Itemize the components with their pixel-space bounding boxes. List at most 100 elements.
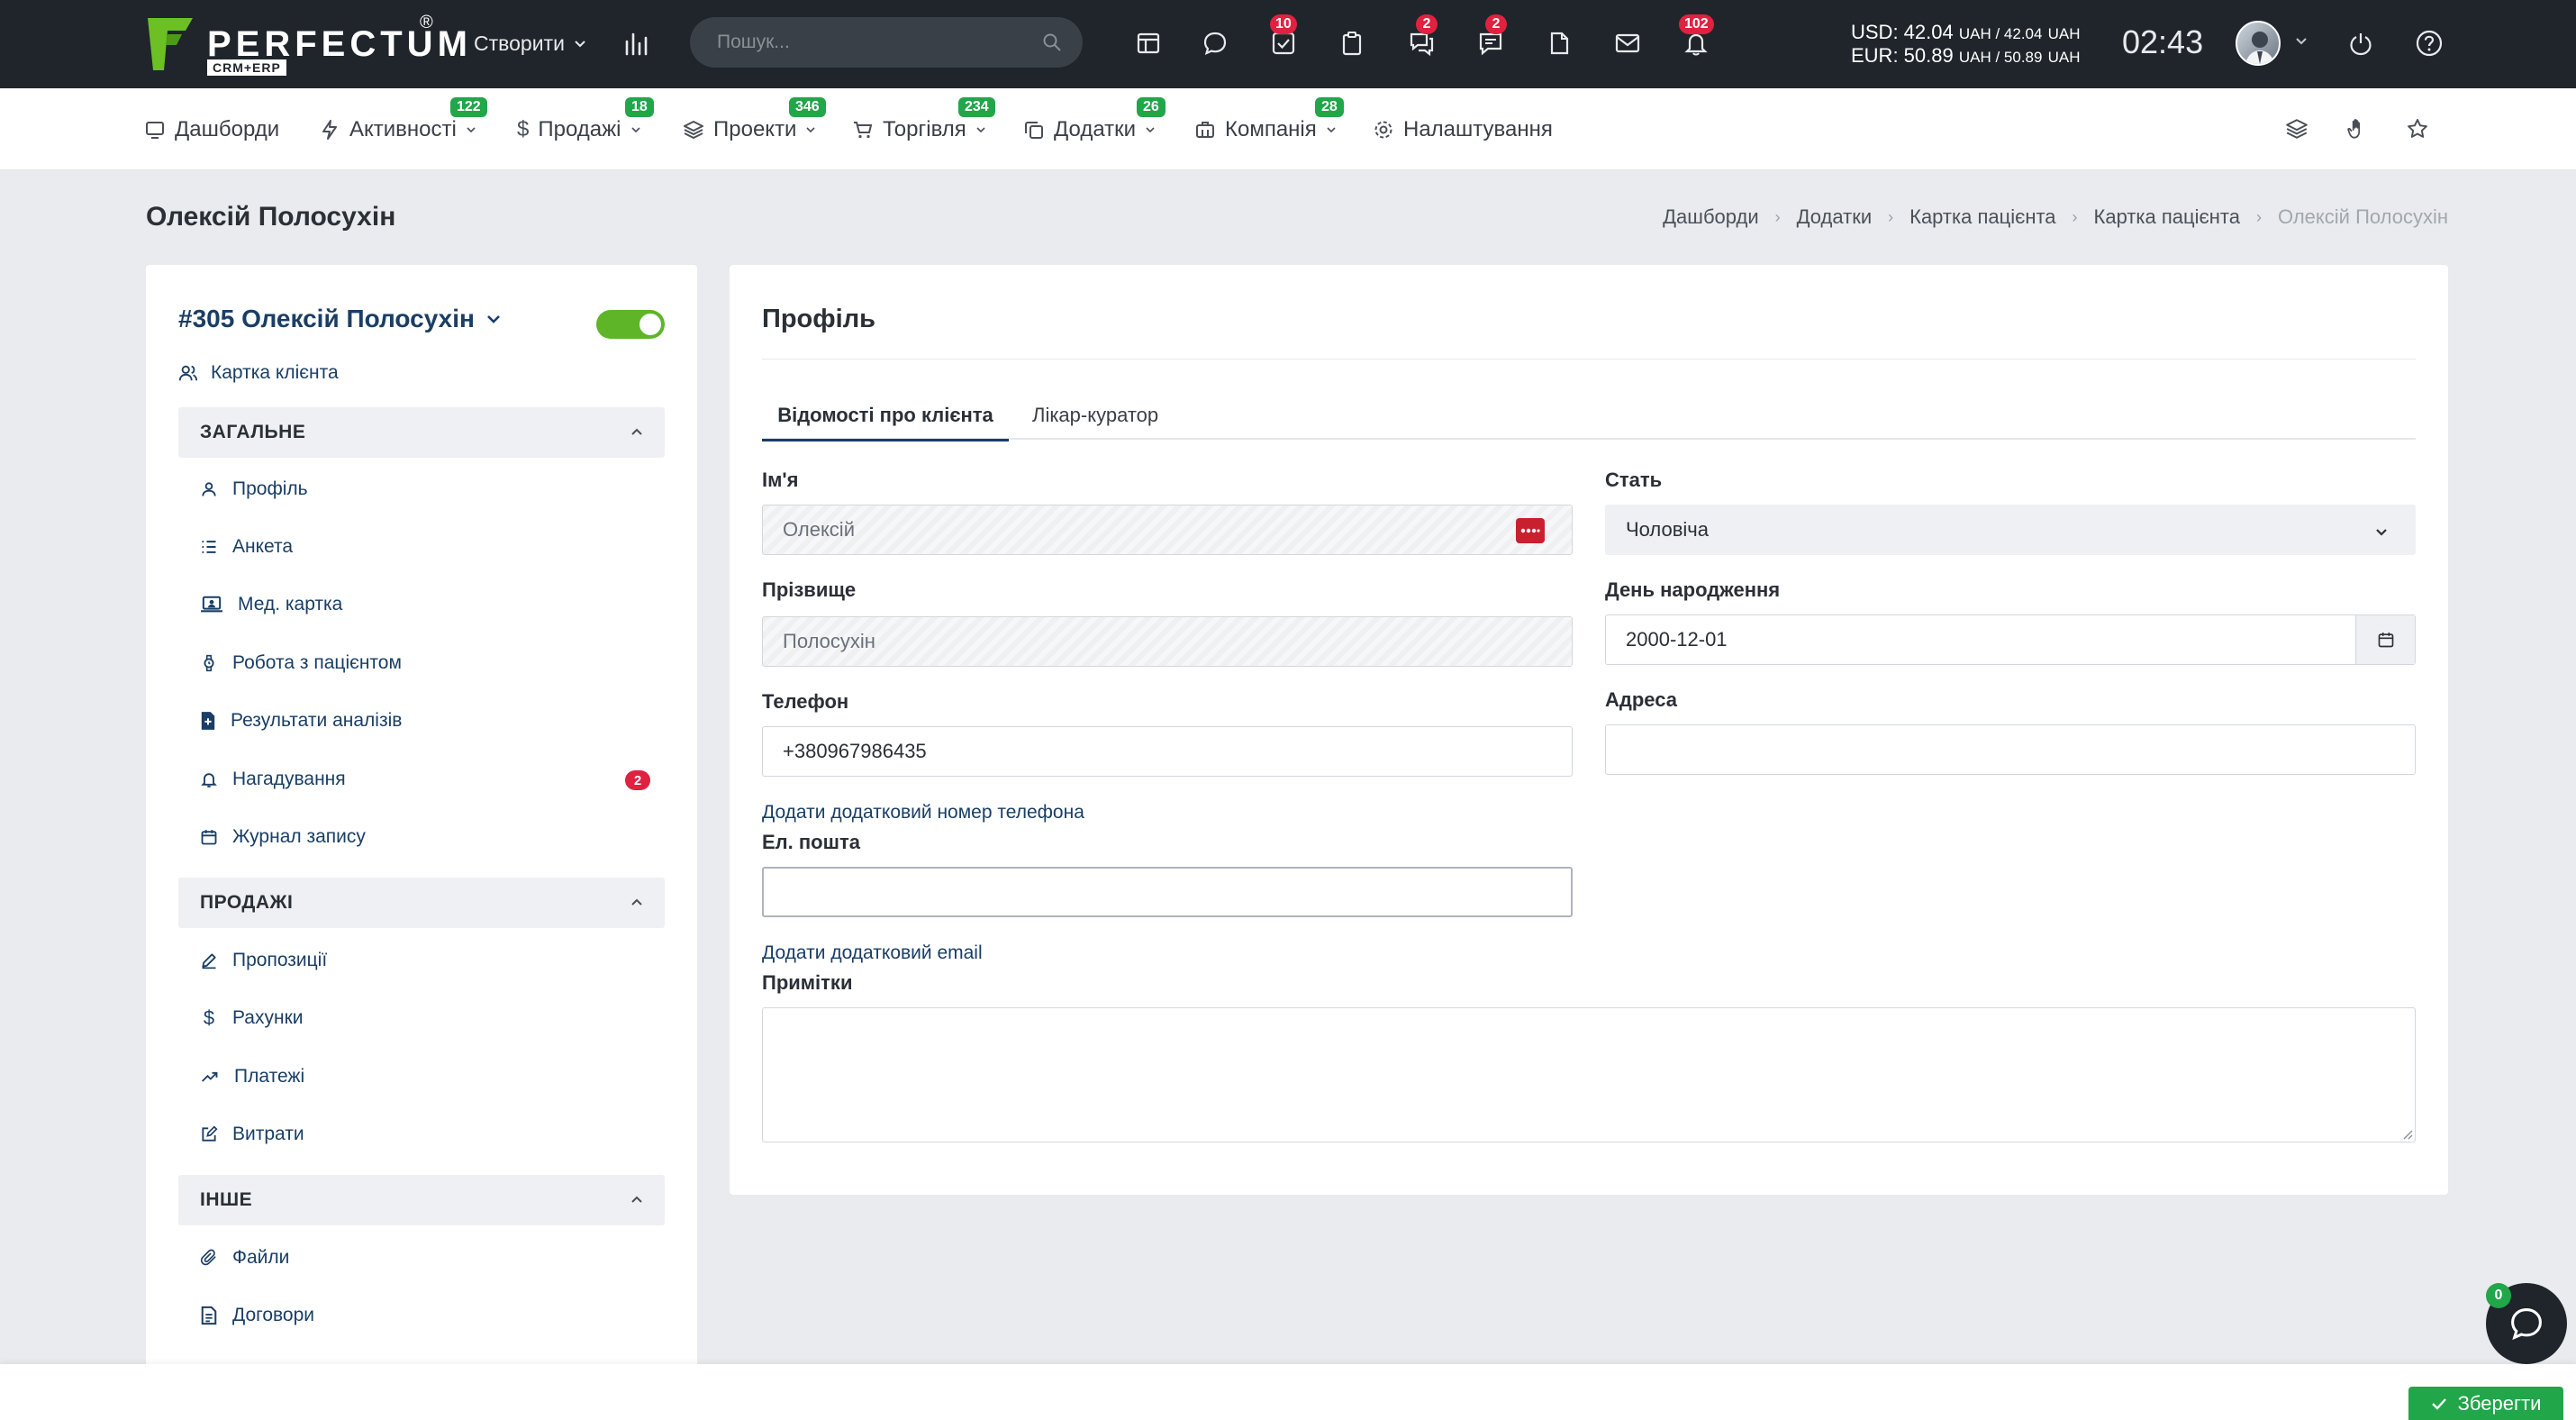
sidebar-item-label: Файли <box>232 1247 290 1268</box>
nav-item-trade[interactable]: Торгівля 234 <box>852 88 995 170</box>
mail-icon[interactable] <box>1607 23 1648 64</box>
sidebar-item-expenses[interactable]: Витрати <box>200 1116 650 1152</box>
breadcrumb-item[interactable]: Картка пацієнта <box>1909 205 2055 229</box>
resize-handle-icon[interactable] <box>2400 1127 2413 1140</box>
first-name-field: Олексій <box>762 505 1573 555</box>
phone-input[interactable]: +380967986435 <box>762 726 1573 777</box>
laptop-user-icon <box>201 596 222 613</box>
sidebar-item-patient-work[interactable]: Робота з пацієнтом <box>200 645 650 681</box>
sidebar-item-label: Мед. картка <box>238 594 343 614</box>
calendar-icon[interactable] <box>2355 615 2415 664</box>
search-input[interactable] <box>717 17 1023 68</box>
sidebar-item-label: Договори <box>232 1305 315 1325</box>
client-card-link[interactable]: Картка клієнта <box>178 362 339 384</box>
nav-item-sales[interactable]: $ Продажі 18 <box>517 88 654 170</box>
power-icon[interactable] <box>2340 23 2381 64</box>
list-icon <box>202 541 216 553</box>
tab-curator-doctor[interactable]: Лікар-куратор <box>1032 391 1158 440</box>
nav-label: Дашборди <box>175 116 280 141</box>
create-dropdown-button[interactable]: Створити <box>474 25 586 61</box>
tasks-check-icon[interactable]: 10 <box>1263 14 1304 64</box>
avatar[interactable] <box>2236 21 2281 66</box>
add-phone-link[interactable]: Додати додатковий номер телефона <box>762 802 1084 824</box>
logo-subtitle: CRM+ERP <box>207 59 286 76</box>
sidebar-item-questionnaire[interactable]: Анкета <box>200 529 650 565</box>
last-name-label: Прізвище <box>762 578 857 601</box>
nav-item-projects[interactable]: Проекти 346 <box>683 88 826 170</box>
gender-label: Стать <box>1605 469 1663 491</box>
main-nav: Дашборди Активності 122 $ Продажі 18 Про… <box>0 88 2576 170</box>
profile-surface: Профіль Відомості про клієнта Лікар-кура… <box>730 265 2448 1195</box>
user-icon <box>202 482 216 496</box>
messages-icon[interactable]: 2 <box>1470 14 1511 64</box>
nav-label: Додатки <box>1054 116 1137 141</box>
search-icon[interactable] <box>1041 32 1063 53</box>
notes-textarea[interactable] <box>762 1007 2416 1142</box>
title-divider <box>762 359 2416 360</box>
phone-value: +380967986435 <box>783 740 927 762</box>
breadcrumb-item[interactable]: Картка пацієнта <box>2094 205 2240 229</box>
reports-chart-icon[interactable] <box>615 23 657 64</box>
discussion-icon[interactable]: 2 <box>1401 14 1442 64</box>
logo[interactable]: PERFECTUM CRM+ERP ® <box>144 13 472 76</box>
clipboard-icon[interactable] <box>1331 23 1373 64</box>
notifications-bell-icon[interactable]: 102 <box>1675 14 1717 64</box>
sidebar-item-med-card[interactable]: Мед. картка <box>200 587 650 623</box>
chat-bubble-icon[interactable] <box>1194 23 1236 64</box>
nav-badge: 346 <box>789 97 826 117</box>
nav-item-company[interactable]: Компанія 28 <box>1194 88 1344 170</box>
sidebar-item-label: Анкета <box>232 536 294 557</box>
sidebar-item-label: Результати аналізів <box>231 710 403 731</box>
add-email-link[interactable]: Додати додатковий email <box>762 942 983 964</box>
client-active-toggle[interactable] <box>596 310 665 339</box>
breadcrumb-item[interactable]: Додатки <box>1797 205 1872 229</box>
sidebar-item-files[interactable]: Файли <box>200 1240 650 1276</box>
help-icon[interactable] <box>2408 23 2450 64</box>
sidebar-section-sales[interactable]: ПРОДАЖІ <box>178 878 665 928</box>
sidebar-section-general[interactable]: ЗАГАЛЬНЕ <box>178 407 665 458</box>
cart-icon <box>854 121 873 138</box>
sidebar-item-invoices[interactable]: $ Рахунки <box>200 1000 650 1036</box>
sidebar-item-label: Журнал запису <box>232 826 366 847</box>
usd-rate-tail: UAH / 42.04 <box>1958 25 2043 42</box>
notifications-badge: 102 <box>1679 14 1714 34</box>
activity-bolt-icon <box>322 119 337 140</box>
nav-item-dashboards[interactable]: Дашборди <box>144 88 279 170</box>
tab-client-info[interactable]: Відомості про клієнта <box>762 391 1009 441</box>
sidebar-item-payments[interactable]: Платежі <box>200 1059 650 1095</box>
clock: 02:43 <box>2122 23 2204 60</box>
gender-select[interactable]: Чоловіча <box>1605 505 2416 555</box>
save-button[interactable]: Зберегти <box>2408 1387 2563 1420</box>
address-input[interactable] <box>1605 724 2416 775</box>
edit-square-icon <box>202 1125 218 1142</box>
email-field[interactable] <box>762 867 1573 917</box>
sidebar-item-appointments-log[interactable]: Журнал запису <box>200 819 650 855</box>
sidebar-item-lab-results[interactable]: Результати аналізів <box>200 703 650 739</box>
client-selector[interactable]: #305 Олексій Полосухін <box>178 305 502 333</box>
logo-mark-icon <box>148 18 193 70</box>
sidebar-item-reminders[interactable]: Нагадування 2 <box>200 761 650 797</box>
star-icon[interactable] <box>2406 117 2429 141</box>
reminders-badge: 2 <box>625 770 650 790</box>
sidebar-section-other[interactable]: ІНШЕ <box>178 1175 665 1225</box>
stack-icon[interactable] <box>2285 117 2308 141</box>
sidebar-item-profile[interactable]: Профіль <box>200 471 650 507</box>
sidebar-item-proposals[interactable]: Пропозиції <box>200 942 650 979</box>
nav-item-activities[interactable]: Активності 122 <box>319 88 487 170</box>
birthday-input[interactable]: 2000-12-01 <box>1605 614 2416 665</box>
chevron-down-icon[interactable] <box>2295 34 2308 47</box>
nav-item-addons[interactable]: Додатки 26 <box>1023 88 1166 170</box>
sidebar-item-label: Пропозиції <box>232 950 328 970</box>
breadcrumb-separator: › <box>2255 207 2262 226</box>
hand-icon[interactable] <box>2345 117 2369 141</box>
nav-item-settings[interactable]: Налаштування <box>1373 88 1553 170</box>
nav-label: Продажі <box>538 116 621 141</box>
more-dots-icon[interactable] <box>1516 518 1545 543</box>
breadcrumb-item[interactable]: Дашборди <box>1663 205 1758 229</box>
sidebar-item-contracts[interactable]: Договори <box>200 1297 650 1334</box>
nav-label: Торгівля <box>883 116 966 141</box>
chevron-down-icon <box>1327 126 1336 132</box>
last-name-value: Полосухін <box>783 630 875 652</box>
calendar-table-icon[interactable] <box>1128 23 1169 64</box>
document-icon[interactable] <box>1538 23 1580 64</box>
